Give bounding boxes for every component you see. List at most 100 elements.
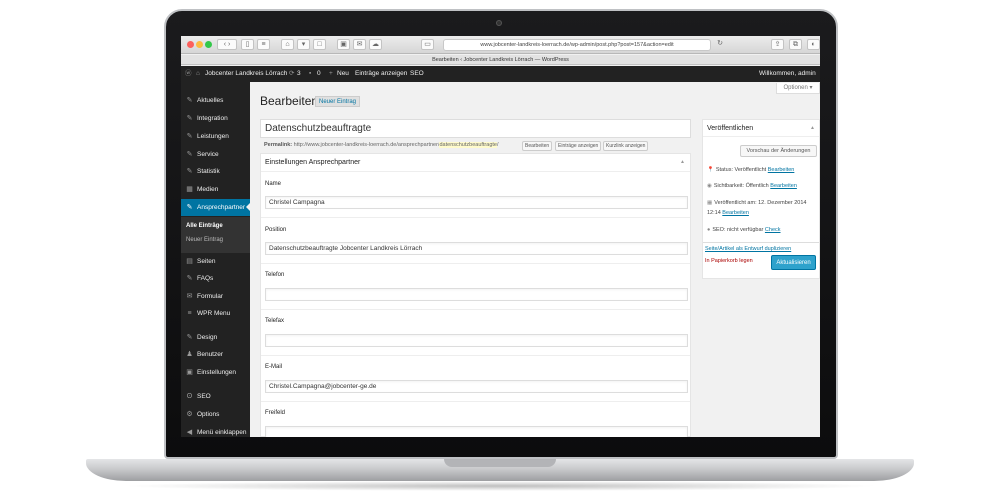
menu-item-statistik[interactable]: ✎ Statistik (181, 163, 250, 180)
address-bar[interactable]: www.jobcenter-landkreis-loerrach.de/wp-a… (443, 39, 711, 51)
menu-item-seiten[interactable]: ▤ Seiten (181, 253, 250, 270)
freifeld-field[interactable] (265, 426, 688, 437)
seo-row: ● SEO: nicht verfügbar Check (707, 227, 781, 233)
field-label-freifeld: Freifeld (265, 410, 286, 416)
status-edit-link[interactable]: Bearbeiten (768, 167, 795, 173)
metabox-header[interactable]: Einstellungen Ansprechpartner ▲ (261, 154, 690, 172)
submenu-item-new-entry[interactable]: Neuer Eintrag (186, 237, 223, 243)
field-label-telefon: Telefon (265, 272, 285, 278)
position-field[interactable]: Datenschutzbeauftragte Jobcenter Landkre… (265, 242, 688, 255)
menu-item-leistungen[interactable]: ✎ Leistungen (181, 128, 250, 145)
menu-item-options[interactable]: ⚙ Options (181, 406, 250, 423)
menu-item-collapse[interactable]: ◀ Menü einklappen (181, 424, 250, 437)
menu-item-integration[interactable]: ✎ Integration (181, 110, 250, 127)
divider (261, 217, 690, 218)
divider (261, 355, 690, 356)
tab-title[interactable]: Bearbeiten ‹ Jobcenter Landkreis Lörrach… (181, 55, 820, 65)
pin-icon: ✎ (186, 115, 193, 122)
view-entries-button[interactable]: Einträge anzeigen (555, 141, 602, 151)
menu-item-benutzer[interactable]: ♟ Benutzer (181, 346, 250, 363)
menu-item-faqs[interactable]: ✎ FAQs (181, 270, 250, 287)
menu-item-design[interactable]: ✎ Design (181, 329, 250, 346)
email-field[interactable]: Christel.Campagna@jobcenter-ge.de (265, 380, 688, 393)
updates-count[interactable]: 3 (297, 66, 301, 82)
visibility-row: ◉ Sichtbarkeit: Öffentlich Bearbeiten (707, 183, 797, 189)
screen-options-button[interactable]: Optionen ▾ (776, 83, 820, 94)
menu-item-ansprechpartner[interactable]: ✎ Ansprechpartner (181, 199, 250, 216)
name-field[interactable]: Christel Campagna (265, 196, 688, 209)
permalink: Permalink: http://www.jobcenter-landkrei… (264, 142, 499, 148)
reload-icon[interactable]: ↻ (715, 39, 725, 50)
comments-icon[interactable]: ▪ (309, 66, 311, 82)
published-row: ▦ Veröffentlicht am: 12. Dezember 2014 (707, 200, 807, 206)
minimize-window-button[interactable] (196, 41, 203, 48)
reader-icon[interactable]: ≡ (257, 39, 270, 50)
view-entries-link[interactable]: Einträge anzeigen (355, 66, 407, 82)
download-icon[interactable]: ▾ (297, 39, 310, 50)
field-label-name: Name (265, 181, 282, 187)
admin-menu: ✎ Aktuelles ✎ Integration ✎ Leistungen ✎ Ser… (181, 82, 250, 437)
move-to-trash-link[interactable]: In Papierkorb legen (705, 258, 753, 264)
new-link[interactable]: Neu (337, 66, 349, 82)
print-icon[interactable]: ▣ (337, 39, 350, 50)
user-icon: ♟ (186, 351, 193, 358)
permalink-base[interactable]: http://www.jobcenter-landkreis-loerrach.… (294, 142, 440, 148)
eye-icon: ◉ (707, 183, 712, 189)
divider (261, 309, 690, 310)
extension-icon[interactable]: ◐ (807, 39, 820, 50)
mail-icon: ✉ (186, 293, 193, 300)
collapse-toggle-icon[interactable]: ▲ (680, 154, 685, 170)
home-icon[interactable]: ⌂ (281, 39, 294, 50)
telefax-field[interactable] (265, 334, 688, 347)
comments-count[interactable]: 0 (317, 66, 321, 82)
sidebar-icon[interactable]: ▯ (241, 39, 254, 50)
seo-link[interactable]: SEO (410, 66, 424, 82)
welcome-user-link[interactable]: Willkommen, admin (759, 66, 816, 82)
visibility-edit-link[interactable]: Bearbeiten (770, 183, 797, 189)
duplicate-draft-link[interactable]: Seite/Artikel als Entwurf duplizieren (705, 246, 791, 252)
menu-item-seo[interactable]: ʘ SEO (181, 388, 250, 405)
menu-item-formular[interactable]: ✉ Formular (181, 288, 250, 305)
plus-icon[interactable]: + (329, 66, 333, 82)
close-window-button[interactable] (187, 41, 194, 48)
back-forward-button[interactable]: ‹ › (217, 39, 237, 50)
post-title-input[interactable]: Datenschutzbeauftragte (260, 119, 691, 138)
pin-icon: ✎ (186, 168, 193, 175)
seo-check-link[interactable]: Check (765, 227, 781, 233)
update-button[interactable]: Aktualisieren (771, 255, 816, 270)
collapse-icon: ◀ (186, 429, 193, 436)
mail-icon[interactable]: ✉ (353, 39, 366, 50)
submenu-item-all-entries[interactable]: Alle Einträge (186, 223, 223, 229)
tab-overview-icon[interactable]: ▭ (421, 39, 434, 50)
site-name-link[interactable]: Jobcenter Landkreis Lörrach (205, 66, 287, 82)
updates-icon[interactable]: ⟳ (289, 66, 294, 82)
zoom-window-button[interactable] (205, 41, 212, 48)
menu-item-einstellungen[interactable]: ▣ Einstellungen (181, 364, 250, 381)
pin-icon: ✎ (186, 133, 193, 140)
laptop-notch (444, 459, 556, 467)
tabs-icon[interactable]: ⧉ (789, 39, 802, 50)
preview-changes-button[interactable]: Vorschau der Änderungen (740, 145, 817, 157)
menu-item-aktuelles[interactable]: ✎ Aktuelles (181, 92, 250, 109)
collapse-toggle-icon[interactable]: ▲ (810, 120, 815, 137)
publish-header[interactable]: Veröffentlichen ▲ (703, 120, 819, 137)
wp-admin-bar: ⓦ ⌂ Jobcenter Landkreis Lörrach ⟳ 3 ▪ 0 … (181, 66, 820, 82)
menu-item-wpr-menu[interactable]: ≡ WPR Menu (181, 305, 250, 322)
cloud-icon[interactable]: ☁ (369, 39, 382, 50)
gear-icon: ⚙ (186, 411, 193, 418)
add-new-button[interactable]: Neuer Eintrag (315, 96, 361, 107)
bookmark-icon[interactable]: □ (313, 39, 326, 50)
date-edit-link[interactable]: Bearbeiten (722, 210, 749, 216)
share-icon[interactable]: ⇪ (771, 39, 784, 50)
menu-item-medien[interactable]: ▦ Medien (181, 181, 250, 198)
metabox-ansprechpartner: Einstellungen Ansprechpartner ▲ Name Chr… (260, 153, 691, 437)
menu-item-service[interactable]: ✎ Service (181, 146, 250, 163)
telefon-field[interactable] (265, 288, 688, 301)
brush-icon: ✎ (186, 334, 193, 341)
permalink-edit-button[interactable]: Bearbeiten (522, 141, 553, 151)
wordpress-logo-icon[interactable]: ⓦ (185, 66, 192, 82)
media-icon: ▦ (186, 186, 193, 193)
calendar-icon: ▦ (707, 200, 713, 206)
shortlink-button[interactable]: Kurzlink anzeigen (603, 141, 649, 151)
permalink-slug[interactable]: datenschutzbeauftragte (439, 142, 497, 148)
